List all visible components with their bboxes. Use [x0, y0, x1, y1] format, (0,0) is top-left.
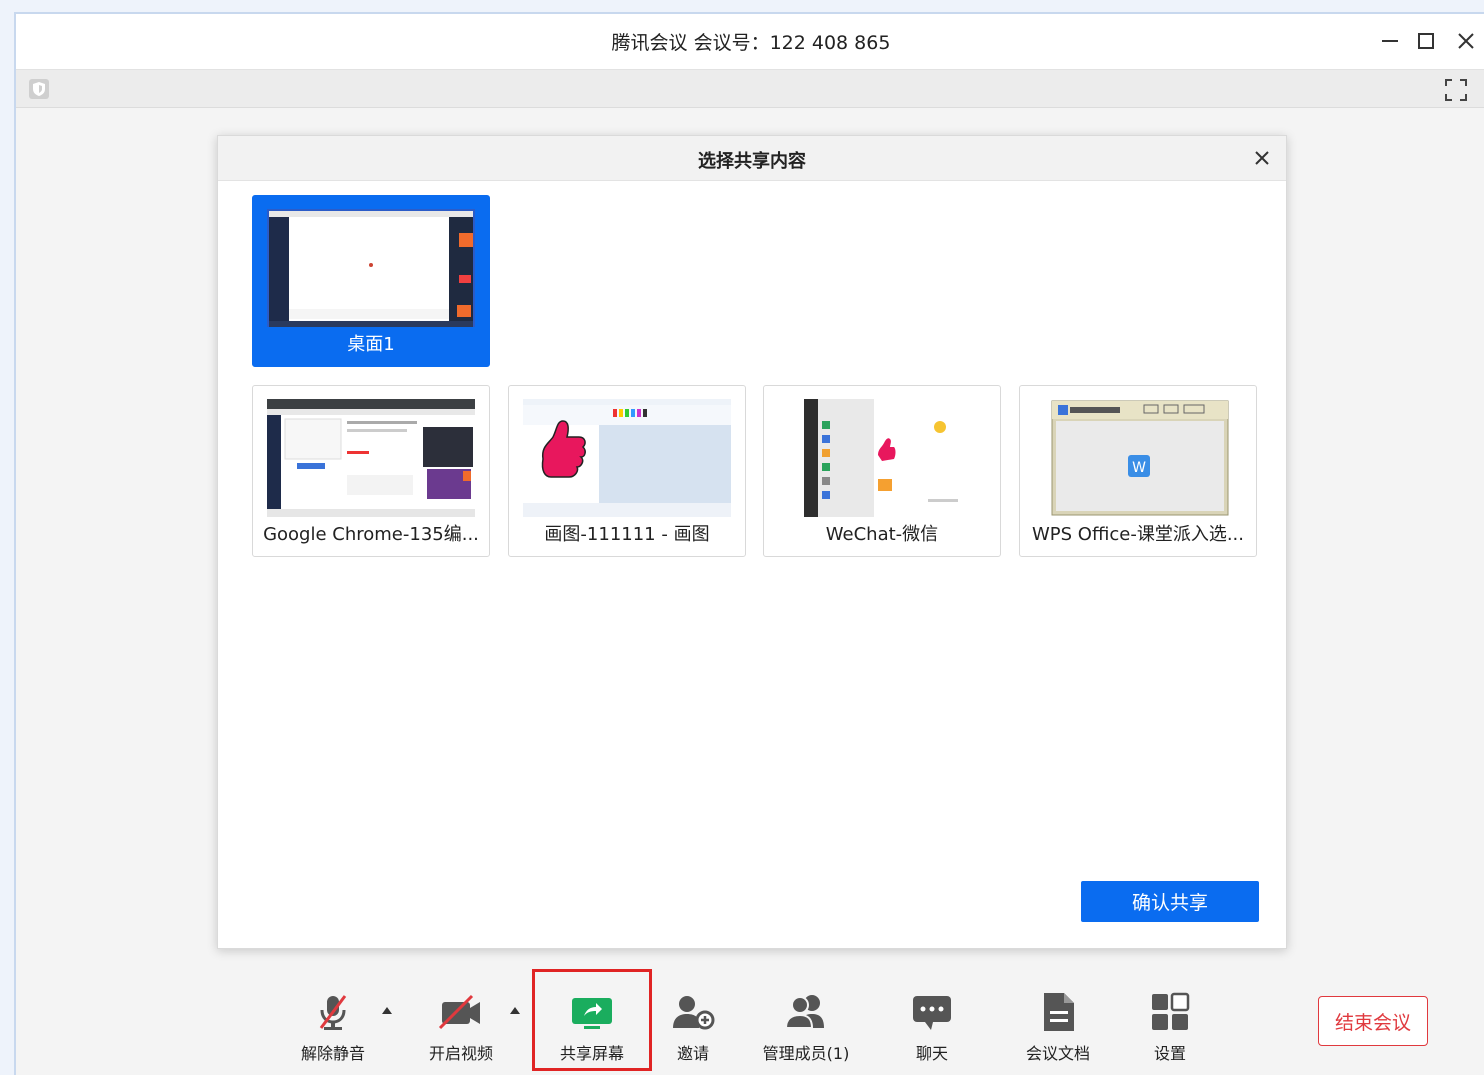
paint-window-label: 画图-111111 - 画图: [544, 524, 710, 545]
video-options-caret-icon[interactable]: [508, 1004, 522, 1016]
desktop-preview: [267, 209, 475, 327]
wechat-window-label: WeChat-微信: [825, 524, 939, 545]
minimize-icon: [1382, 40, 1398, 42]
share-option-window-chrome[interactable]: Google Chrome-135编...: [252, 385, 490, 557]
chrome-window-label: Google Chrome-135编...: [263, 524, 479, 545]
share-screen-button[interactable]: 共享屏幕: [542, 988, 642, 1072]
unmute-label: 解除静音: [300, 1044, 365, 1063]
meeting-documents-button[interactable]: 会议文档: [1018, 988, 1098, 1072]
wechat-window-preview: [778, 399, 986, 517]
dialog-title: 选择共享内容: [698, 151, 806, 172]
security-bar: [16, 70, 1484, 108]
meeting-window: 腾讯会议 会议号：122 408 865 选择共享内容 桌面1 Google C…: [14, 12, 1484, 1075]
invite-button[interactable]: 邀请: [662, 988, 724, 1072]
end-meeting-button[interactable]: 结束会议: [1318, 996, 1428, 1046]
desktop-label: 桌面1: [347, 334, 395, 355]
confirm-share-button[interactable]: 确认共享: [1081, 881, 1259, 922]
manage-members-label: 管理成员(1): [762, 1044, 850, 1063]
chrome-window-preview: [267, 399, 475, 517]
share-screen-icon: [572, 998, 612, 1029]
start-video-button[interactable]: 开启视频: [416, 988, 506, 1072]
video-off-icon: [438, 994, 480, 1030]
title-bar: 腾讯会议 会议号：122 408 865: [16, 14, 1484, 70]
manage-members-button[interactable]: 管理成员(1): [756, 988, 856, 1072]
members-icon: [784, 995, 824, 1029]
maximize-icon: [1418, 33, 1434, 49]
meeting-documents-label: 会议文档: [1025, 1044, 1090, 1063]
audio-options-caret-icon[interactable]: [380, 1004, 394, 1016]
share-option-window-paint[interactable]: 画图-111111 - 画图: [508, 385, 746, 557]
unmute-button[interactable]: 解除静音: [288, 988, 378, 1072]
document-icon: [1044, 993, 1074, 1031]
chat-button[interactable]: 聊天: [902, 988, 962, 1072]
chat-icon: [913, 996, 951, 1030]
mic-muted-icon: [319, 995, 347, 1030]
close-window-button[interactable]: [1446, 22, 1484, 60]
chat-label: 聊天: [915, 1044, 948, 1063]
invite-icon: [673, 996, 715, 1030]
minimize-button[interactable]: [1370, 22, 1410, 60]
close-icon: [1458, 33, 1474, 49]
dialog-close-icon[interactable]: [1250, 146, 1274, 170]
share-content-dialog: 选择共享内容 桌面1 Google Chrome-135编... 画图-1111…: [217, 135, 1287, 949]
share-screen-label: 共享屏幕: [559, 1044, 624, 1063]
settings-button[interactable]: 设置: [1140, 988, 1200, 1072]
svg-text:W: W: [1132, 460, 1146, 476]
shield-icon[interactable]: [29, 79, 49, 99]
share-option-window-wps[interactable]: W WPS Office-课堂派入选...: [1019, 385, 1257, 557]
settings-label: 设置: [1153, 1044, 1186, 1063]
invite-label: 邀请: [676, 1044, 709, 1063]
dialog-header: 选择共享内容: [218, 136, 1286, 181]
share-option-window-wechat[interactable]: WeChat-微信: [763, 385, 1001, 557]
meeting-toolbar: 解除静音 开启视频 共享屏幕 邀请 管理成员(1) 聊天 会议文档 设置 结束会…: [16, 969, 1484, 1075]
fullscreen-icon[interactable]: [1444, 78, 1468, 102]
share-option-desktop-1[interactable]: 桌面1: [252, 195, 490, 367]
wps-window-label: WPS Office-课堂派入选...: [1031, 524, 1244, 545]
maximize-button[interactable]: [1406, 22, 1446, 60]
paint-window-preview: [523, 399, 731, 517]
start-video-label: 开启视频: [428, 1044, 493, 1063]
settings-icon: [1152, 992, 1190, 1030]
wps-window-preview: W: [1034, 399, 1242, 517]
window-title: 腾讯会议 会议号：122 408 865: [611, 32, 891, 54]
